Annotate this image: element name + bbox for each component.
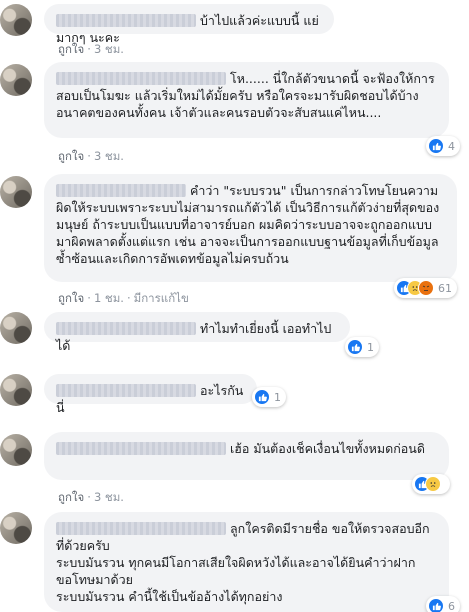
comment-bubble: คำว่า "ระบบรวน" เป็นการกล่าวโทษโยนความผิ…	[44, 174, 457, 282]
avatar[interactable]	[0, 374, 32, 406]
commenter-name-redacted[interactable]	[56, 14, 196, 27]
comment-bubble: ทำไมทำเยี่ยงนี้ เออทำไปได้	[44, 312, 350, 353]
commenter-name-redacted[interactable]	[56, 72, 226, 85]
commenter-name-redacted[interactable]	[56, 522, 226, 535]
like-reaction-icon	[428, 598, 444, 612]
comment-meta: ถูกใจ · 3 ชม.	[58, 149, 124, 163]
reaction-count: 61	[438, 281, 452, 295]
reaction-summary[interactable]	[412, 474, 450, 494]
avatar[interactable]	[0, 312, 32, 344]
commenter-name-redacted[interactable]	[56, 322, 196, 335]
avatar[interactable]	[0, 512, 32, 544]
commenter-name-redacted[interactable]	[56, 184, 186, 197]
like-reaction-icon	[254, 389, 270, 405]
timestamp[interactable]: 3 ชม.	[94, 42, 124, 56]
commenter-name-redacted[interactable]	[56, 384, 196, 397]
edited-label[interactable]: มีการแก้ไข	[134, 291, 189, 305]
reaction-summary[interactable]: 61	[394, 278, 457, 298]
like-link[interactable]: ถูกใจ	[58, 490, 84, 504]
reaction-count: 4	[448, 139, 455, 153]
reaction-summary[interactable]: 4	[426, 136, 460, 156]
angry-reaction-icon	[418, 280, 434, 296]
reaction-summary[interactable]: 6	[426, 596, 460, 612]
avatar[interactable]	[0, 434, 32, 466]
avatar[interactable]	[0, 4, 32, 36]
comment-meta: ถูกใจ · 3 ชม.	[58, 42, 124, 56]
comment-meta: ถูกใจ · 3 ชม.	[58, 490, 124, 504]
comment-bubble: ลูกใครติดมีรายชื่อ ขอให้ตรวจสอบอีกที่ด้ว…	[44, 512, 449, 612]
reaction-summary[interactable]: 1	[252, 387, 286, 407]
sad-reaction-icon	[425, 476, 441, 492]
like-reaction-icon	[347, 339, 363, 355]
comment-meta: ถูกใจ · 1 ชม. · มีการแก้ไข	[58, 291, 189, 305]
commenter-name-redacted[interactable]	[56, 442, 226, 455]
like-link[interactable]: ถูกใจ	[58, 291, 84, 305]
comment-bubble: เฮ้อ มันต้องเช็คเงื่อนไขทั้งหมดก่อนดิ	[44, 432, 449, 480]
comment-bubble: อะไรกันนี่	[44, 374, 257, 415]
comment-text-line-2: ระบบมันรวน ทุกคนมีโอกาสเสียใจผิดหวังได้แ…	[56, 555, 416, 587]
comment-bubble: โห...... นี่ใกล้ตัวขนาดนี้ จะฟ้องให้การส…	[44, 62, 449, 138]
comment-bubble: บ้าไปแล้วค่ะแบบนี้ แย่มากๆ นะคะ	[44, 4, 334, 45]
reaction-count: 6	[448, 599, 455, 612]
reaction-count: 1	[367, 340, 374, 354]
timestamp[interactable]: 3 ชม.	[94, 490, 124, 504]
timestamp[interactable]: 3 ชม.	[94, 149, 124, 163]
timestamp[interactable]: 1 ชม.	[94, 291, 124, 305]
like-reaction-icon	[428, 138, 444, 154]
reaction-count: 1	[274, 390, 281, 404]
like-link[interactable]: ถูกใจ	[58, 42, 84, 56]
avatar[interactable]	[0, 176, 32, 208]
comment-text: เฮ้อ มันต้องเช็คเงื่อนไขทั้งหมดก่อนดิ	[230, 441, 425, 456]
comment-text-line-3: ระบบมันรวน คำนี้ใช้เป็นข้ออ้างได้ทุกอย่า…	[56, 589, 283, 604]
reaction-summary[interactable]: 1	[345, 337, 379, 357]
like-link[interactable]: ถูกใจ	[58, 149, 84, 163]
avatar[interactable]	[0, 64, 32, 96]
